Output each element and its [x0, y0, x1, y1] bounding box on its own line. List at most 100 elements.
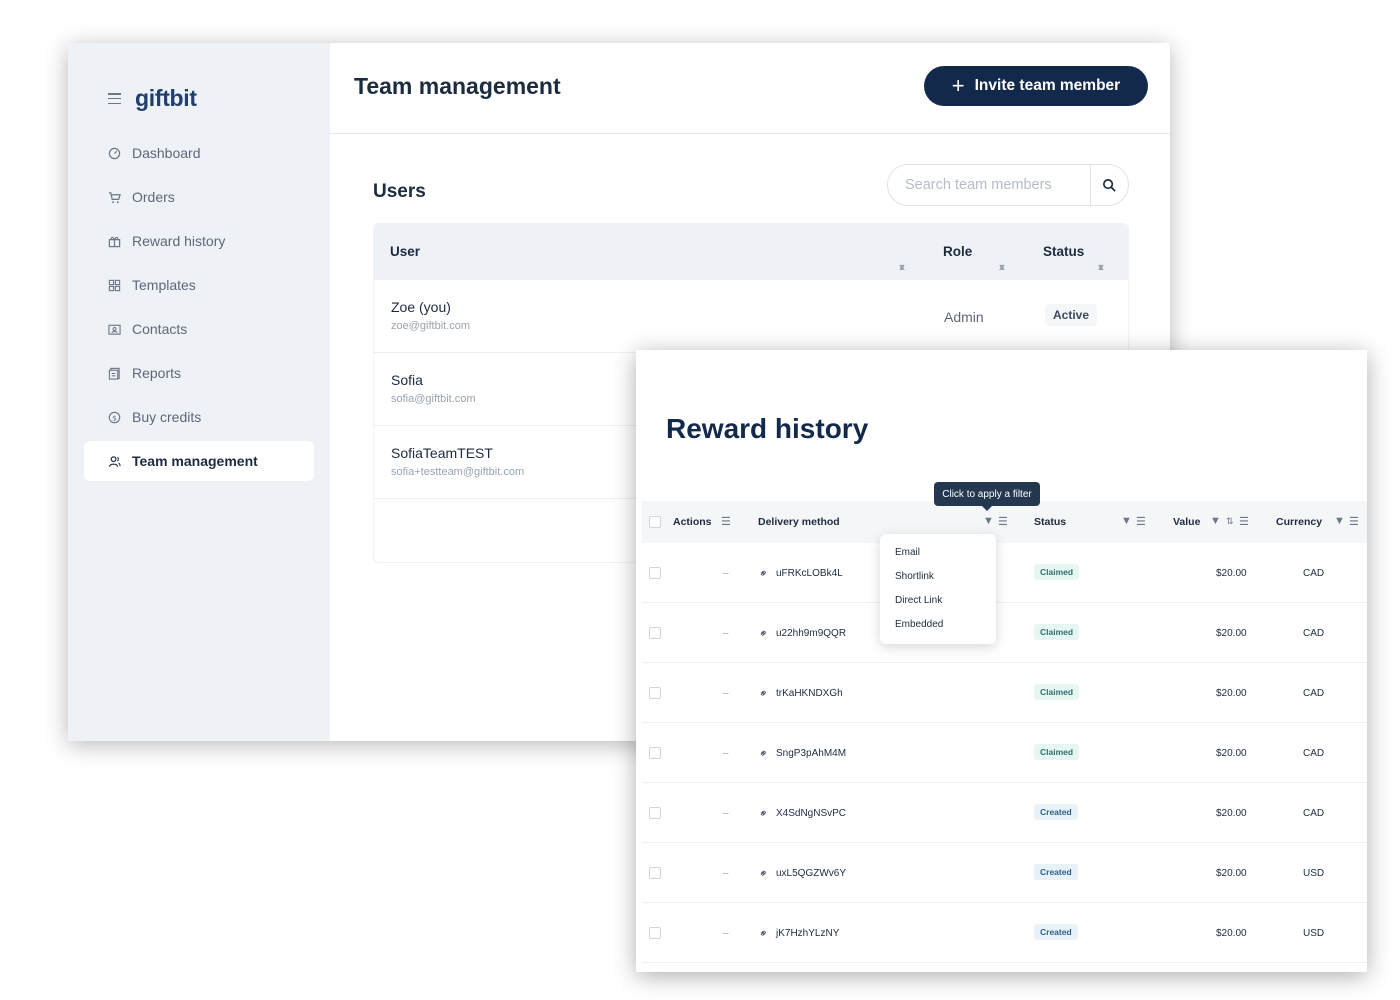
user-email: sofia+testteam@giftbit.com	[391, 466, 525, 478]
user-name: Zoe (you)	[391, 299, 451, 315]
gift-icon	[107, 234, 121, 248]
table-row[interactable]: – ⚭ trKaHKNDXGh Claimed $20.00 CAD	[642, 663, 1367, 723]
sidebar-item-dashboard[interactable]: Dashboard	[84, 133, 314, 173]
sidebar-item-label: Templates	[132, 277, 196, 293]
delivery-link[interactable]: jK7HzhYLzNY	[776, 928, 839, 939]
sidebar-item-reward-history[interactable]: Reward history	[84, 221, 314, 261]
plus-icon: +	[951, 73, 965, 98]
cart-icon	[107, 190, 121, 204]
reward-currency: USD	[1303, 928, 1325, 939]
link-icon: ⚭	[756, 686, 772, 702]
search-input[interactable]: Search team members	[888, 177, 1090, 193]
delivery-link[interactable]: uFRKcLOBk4L	[776, 568, 843, 579]
report-icon	[107, 366, 121, 380]
reward-history-window: Reward history Actions ☰ Delivery method…	[636, 350, 1367, 972]
user-email: sofia@giftbit.com	[391, 393, 476, 405]
column-header-actions[interactable]: Actions	[673, 516, 712, 528]
sidebar-item-label: Team management	[132, 453, 258, 469]
link-icon: ⚭	[756, 926, 772, 942]
row-action[interactable]: –	[723, 808, 729, 819]
delivery-link[interactable]: uxL5QGZWv6Y	[776, 868, 846, 879]
search-icon	[1103, 178, 1116, 192]
table-row[interactable]: – ⚭ jK7HzhYLzNY Created $20.00 USD	[642, 903, 1367, 963]
table-row[interactable]: – ⚭ uxL5QGZWv6Y Created $20.00 USD	[642, 843, 1367, 903]
row-checkbox[interactable]	[649, 627, 661, 639]
status-badge: Claimed	[1034, 624, 1080, 640]
select-all-checkbox[interactable]	[649, 516, 661, 528]
table-row[interactable]: – ⚭ u22hh9m9QQR Claimed $20.00 CAD	[642, 603, 1367, 663]
row-checkbox[interactable]	[649, 687, 661, 699]
link-icon: ⚭	[756, 626, 772, 642]
column-menu-icon[interactable]: ☰	[998, 515, 1008, 528]
row-action[interactable]: –	[723, 688, 729, 699]
row-action[interactable]: –	[723, 928, 729, 939]
filter-option-shortlink[interactable]: Shortlink	[880, 570, 996, 594]
reward-currency: CAD	[1303, 568, 1325, 579]
table-row[interactable]: – ⚭ X4SdNgNSvPC Created $20.00 CAD	[642, 783, 1367, 843]
delivery-link[interactable]: X4SdNgNSvPC	[776, 808, 846, 819]
page-title: Reward history	[666, 413, 869, 444]
sidebar-item-orders[interactable]: Orders	[84, 177, 314, 217]
table-row[interactable]: – ⚭ uFRKcLOBk4L Claimed $20.00 CAD	[642, 543, 1367, 603]
delivery-link[interactable]: SngP3pAhM4M	[776, 748, 846, 759]
filter-icon[interactable]: ▼	[983, 515, 994, 527]
sidebar-item-team-management[interactable]: Team management	[84, 441, 314, 481]
row-action[interactable]: –	[723, 568, 729, 579]
table-row[interactable]: – ⚭ SngP3pAhM4M Claimed $20.00 CAD	[642, 723, 1367, 783]
sidebar-item-templates[interactable]: Templates	[84, 265, 314, 305]
users-section-title: Users	[373, 181, 426, 202]
filter-icon[interactable]: ▼	[1334, 515, 1345, 527]
status-badge: Active	[1045, 304, 1098, 326]
filter-option-embedded[interactable]: Embedded	[880, 618, 996, 642]
column-header-delivery-method[interactable]: Delivery method	[758, 516, 840, 528]
sidebar-item-buy-credits[interactable]: $ Buy credits	[84, 397, 314, 437]
reward-currency: CAD	[1303, 748, 1325, 759]
row-checkbox[interactable]	[649, 567, 661, 579]
delivery-link[interactable]: u22hh9m9QQR	[776, 628, 846, 639]
column-menu-icon[interactable]: ☰	[1136, 515, 1146, 528]
reward-value: $20.00	[1216, 748, 1247, 759]
row-checkbox[interactable]	[649, 747, 661, 759]
sidebar-item-reports[interactable]: Reports	[84, 353, 314, 393]
column-menu-icon[interactable]: ☰	[721, 515, 731, 528]
row-action[interactable]: –	[723, 628, 729, 639]
hamburger-menu-icon[interactable]	[108, 93, 121, 104]
column-menu-icon[interactable]: ☰	[1349, 515, 1359, 528]
column-header-currency[interactable]: Currency	[1276, 516, 1322, 528]
giftbit-logo[interactable]: giftbit	[135, 85, 197, 112]
row-checkbox[interactable]	[649, 927, 661, 939]
row-checkbox[interactable]	[649, 867, 661, 879]
dollar-icon: $	[107, 410, 121, 424]
invite-team-member-button[interactable]: + Invite team member	[924, 66, 1148, 106]
users-table-header: User ▲ ▼ Role ▲ ▼ Status ▲ ▼	[374, 224, 1128, 280]
column-header-status[interactable]: Status	[1043, 244, 1084, 259]
reward-value: $20.00	[1216, 568, 1247, 579]
column-header-value[interactable]: Value	[1173, 516, 1200, 528]
row-action[interactable]: –	[723, 748, 729, 759]
sort-icon[interactable]: ⇅	[1226, 516, 1234, 527]
delivery-method-filter-dropdown: Email Shortlink Direct Link Embedded	[880, 534, 996, 644]
filter-icon[interactable]: ▼	[1121, 515, 1132, 527]
filter-tooltip: Click to apply a filter	[934, 482, 1040, 511]
column-header-status[interactable]: Status	[1034, 516, 1066, 528]
reward-value: $20.00	[1216, 688, 1247, 699]
sidebar-item-contacts[interactable]: Contacts	[84, 309, 314, 349]
filter-option-direct-link[interactable]: Direct Link	[880, 594, 996, 618]
search-team-members: Search team members	[887, 164, 1129, 206]
user-name: SofiaTeamTEST	[391, 445, 493, 461]
link-icon: ⚭	[756, 806, 772, 822]
row-action[interactable]: –	[723, 868, 729, 879]
filter-icon[interactable]: ▼	[1210, 515, 1221, 527]
search-button[interactable]	[1090, 165, 1128, 205]
delivery-link[interactable]: trKaHKNDXGh	[776, 688, 843, 699]
column-menu-icon[interactable]: ☰	[1239, 515, 1249, 528]
sidebar-item-label: Reward history	[132, 233, 226, 249]
grid-icon	[107, 278, 121, 292]
column-header-user[interactable]: User	[390, 244, 420, 259]
row-checkbox[interactable]	[649, 807, 661, 819]
page-header: Team management + Invite team member	[330, 43, 1170, 134]
table-row[interactable]: Zoe (you) zoe@giftbit.com Admin Active	[374, 280, 1128, 353]
logo-row: giftbit	[108, 85, 197, 112]
filter-option-email[interactable]: Email	[880, 546, 996, 570]
column-header-role[interactable]: Role	[943, 244, 972, 259]
